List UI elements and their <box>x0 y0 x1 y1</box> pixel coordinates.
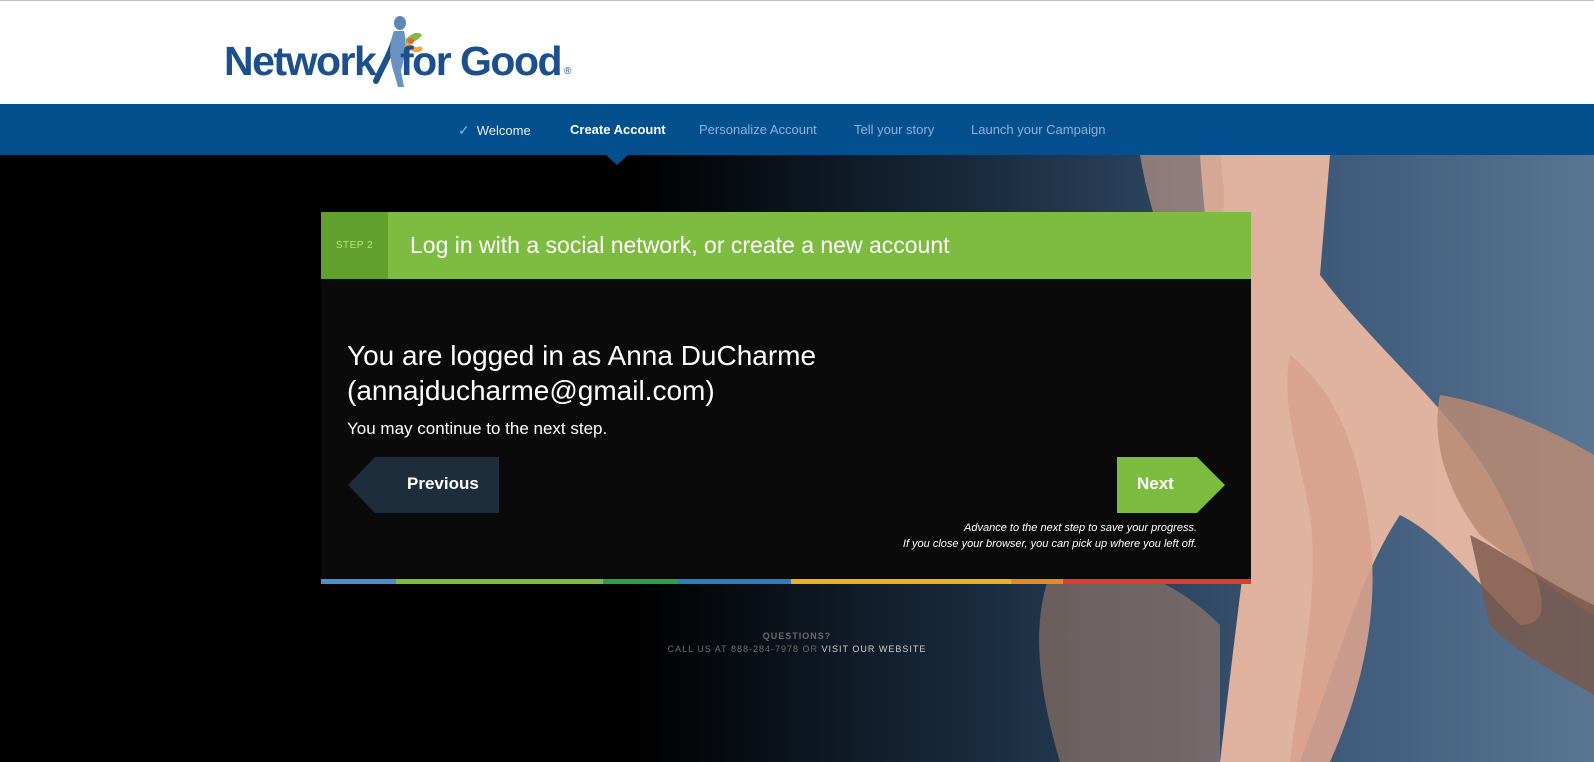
help-footer: QUESTIONS? CALL US AT 888-284-7978 OR VI… <box>0 631 1594 654</box>
step-card: STEP 2 Log in with a social network, or … <box>321 212 1251 584</box>
step-number-badge: STEP 2 <box>321 212 388 279</box>
nav-item-create-account[interactable]: Create Account <box>570 122 666 137</box>
logo-word-network: Network <box>224 38 377 84</box>
color-stripe <box>321 579 1251 584</box>
next-button-label: Next <box>1137 474 1174 493</box>
site-header: Network for Good ® <box>0 0 1594 104</box>
previous-button-label: Previous <box>407 474 479 493</box>
step-title: Log in with a social network, or create … <box>410 232 950 258</box>
note-line-1: Advance to the next step to save your pr… <box>964 522 1197 534</box>
hero-background: STEP 2 Log in with a social network, or … <box>0 155 1594 762</box>
nav-item-welcome[interactable]: ✓ Welcome <box>458 122 531 139</box>
step-header: STEP 2 Log in with a social network, or … <box>321 212 1251 279</box>
contact-line: CALL US AT 888-284-7978 OR VISIT OUR WEB… <box>0 644 1594 654</box>
nav-item-label: Welcome <box>476 123 531 138</box>
logged-in-message: You are logged in as Anna DuCharme (anna… <box>347 340 817 406</box>
questions-heading: QUESTIONS? <box>762 631 832 641</box>
note-line-2: If you close your browser, you can pick … <box>902 538 1197 550</box>
next-button[interactable]: Next <box>1117 457 1225 513</box>
call-us-text: CALL US AT 888-284-7978 OR <box>667 644 819 654</box>
previous-button[interactable]: Previous <box>348 457 499 513</box>
visit-website-link[interactable]: VISIT OUR WEBSITE <box>822 644 927 654</box>
nav-item-tell-your-story[interactable]: Tell your story <box>854 122 934 137</box>
registered-mark: ® <box>564 66 572 77</box>
save-progress-note: Advance to the next step to save your pr… <box>903 520 1197 552</box>
nav-item-launch-your-campaign[interactable]: Launch your Campaign <box>971 122 1105 137</box>
continue-message: You may continue to the next step. <box>347 419 608 438</box>
active-step-pointer <box>606 155 628 165</box>
nav-item-personalize-account[interactable]: Personalize Account <box>699 122 817 137</box>
logo-word-for-good: for Good <box>400 38 563 84</box>
network-for-good-logo[interactable]: Network for Good ® <box>224 15 584 91</box>
check-icon: ✓ <box>458 122 470 138</box>
progress-nav: ✓ Welcome Create Account Personalize Acco… <box>0 104 1594 155</box>
